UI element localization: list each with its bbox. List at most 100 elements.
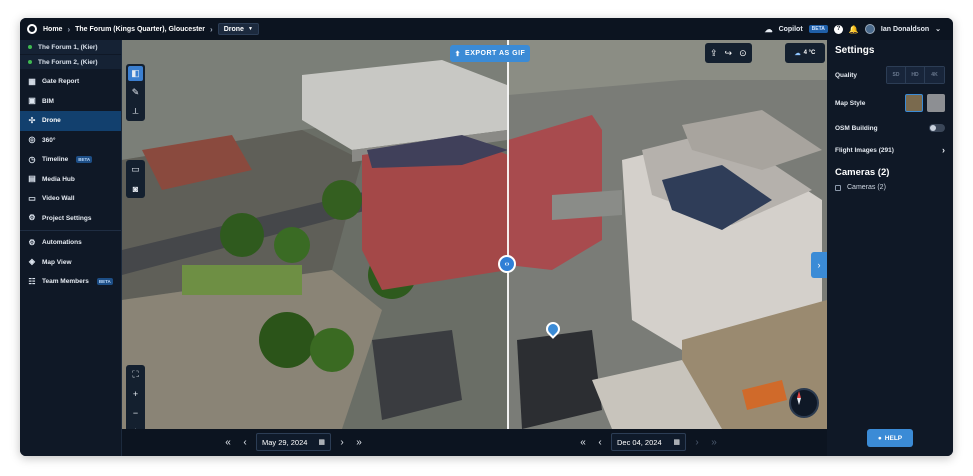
sidebar-item-bim[interactable]: ▣ BIM xyxy=(20,92,121,112)
bell-icon[interactable]: 🔔 xyxy=(849,25,859,34)
sidebar-item-label: Timeline xyxy=(42,156,69,164)
fullscreen-icon[interactable]: ⛶ xyxy=(128,367,143,382)
quality-option-hd[interactable]: HD xyxy=(906,67,925,83)
cameras-checkbox-row[interactable]: Cameras (2) xyxy=(835,184,945,191)
chevron-right-icon: › xyxy=(942,145,945,155)
top-bar-right: ☁ Copilot BETA ? 🔔 Ian Donaldson ⌄ xyxy=(765,24,953,34)
map-top-tools: ⇪ ↪ ⊙ xyxy=(705,43,752,63)
sidebar-group-secondary: ⚙ Automations ◈ Map View ☷ Team Members … xyxy=(20,231,121,294)
project-item[interactable]: The Forum 2, (Kier) xyxy=(20,55,121,70)
left-date-picker[interactable]: May 29, 2024 ▦ xyxy=(256,433,331,451)
zoom-toolbar: ⛶ + − ⌖ xyxy=(126,365,145,429)
sidebar-item-team-members[interactable]: ☷ Team Members BETA xyxy=(20,272,121,292)
plain-style-swatch[interactable] xyxy=(927,94,945,112)
quality-option-4k[interactable]: 4K xyxy=(925,67,944,83)
compare-icon[interactable]: ◧ xyxy=(128,66,143,81)
upload-icon[interactable]: ⇪ xyxy=(710,48,718,59)
first-date-icon[interactable]: « xyxy=(577,437,589,448)
sidebar-item-gate-report[interactable]: ▦ Gate Report xyxy=(20,72,121,92)
sidebar-item-360[interactable]: ◎ 360° xyxy=(20,131,121,151)
split-divider[interactable] xyxy=(507,40,509,429)
quality-label: Quality xyxy=(835,71,858,79)
breadcrumb-home[interactable]: Home xyxy=(43,26,62,33)
compass-icon[interactable] xyxy=(789,388,819,418)
sidebar-item-project-settings[interactable]: ⚙ Project Settings xyxy=(20,209,121,229)
map-icon: ◈ xyxy=(28,257,36,267)
sidebar-item-automations[interactable]: ⚙ Automations xyxy=(20,233,121,253)
prev-date-icon[interactable]: ‹ xyxy=(239,437,251,448)
weather-widget: ☁ 4 °C xyxy=(785,43,825,63)
help-icon: ● xyxy=(877,434,882,442)
share-icon[interactable]: ↪ xyxy=(725,48,733,59)
osm-toggle[interactable] xyxy=(929,124,945,132)
sidebar-item-label: Project Settings xyxy=(42,214,92,222)
help-label: HELP xyxy=(884,434,903,442)
left-toolbar-secondary: ▭ ◙ xyxy=(126,160,145,198)
zoom-in-icon[interactable]: + xyxy=(128,386,143,401)
left-date-value: May 29, 2024 xyxy=(262,437,308,447)
measure-icon[interactable]: ⟂ xyxy=(128,104,143,119)
navigation-icon[interactable]: ⊙ xyxy=(739,48,747,59)
map-style-options xyxy=(905,94,945,112)
sidebar-item-media-hub[interactable]: ▤ Media Hub xyxy=(20,170,121,190)
calendar-icon: ▦ xyxy=(318,439,325,446)
sidebar-item-label: Map View xyxy=(42,258,72,266)
drone-imagery xyxy=(122,40,827,429)
sidebar-group-main: ▦ Gate Report ▣ BIM ✣ Drone ◎ 360° ◷ Tim… xyxy=(20,70,121,231)
cameras-checkbox[interactable] xyxy=(835,184,841,191)
timeline-icon: ◷ xyxy=(28,154,36,164)
sidebar: The Forum 1, (Kier) The Forum 2, (Kier) … xyxy=(20,40,122,456)
satellite-style-swatch[interactable] xyxy=(905,94,923,112)
copilot-link[interactable]: Copilot xyxy=(779,26,803,33)
sidebar-item-timeline[interactable]: ◷ Timeline BETA xyxy=(20,150,121,170)
project-label: The Forum 1, (Kier) xyxy=(38,43,98,51)
pen-icon[interactable]: ✎ xyxy=(128,85,143,100)
quality-selector[interactable]: SD HD 4K xyxy=(886,66,945,84)
copilot-icon[interactable]: ☁ xyxy=(765,25,773,34)
first-date-icon[interactable]: « xyxy=(222,437,234,448)
right-date-picker[interactable]: Dec 04, 2024 ▦ xyxy=(611,433,686,451)
drone-map-viewport[interactable]: ‹› ⬆ EXPORT AS GIF ◧ ✎ ⟂ ▭ ◙ ⛶ + − ⌖ ⇪ ↪… xyxy=(122,40,827,429)
export-label: EXPORT AS GIF xyxy=(465,50,526,57)
chevron-right-icon: › xyxy=(210,24,213,34)
sidebar-item-label: BIM xyxy=(42,97,54,105)
video-icon: ▭ xyxy=(28,193,36,203)
last-date-icon: » xyxy=(711,436,717,448)
export-icon: ⬆ xyxy=(454,50,462,58)
zoom-out-icon[interactable]: − xyxy=(128,405,143,420)
app-logo-icon[interactable] xyxy=(27,24,37,34)
comment-icon[interactable]: ▭ xyxy=(128,162,143,177)
project-label: The Forum 2, (Kier) xyxy=(38,58,98,66)
date-bar: « ‹ May 29, 2024 ▦ › » « ‹ Dec 04, 2024 … xyxy=(122,429,827,456)
quality-option-sd[interactable]: SD xyxy=(887,67,906,83)
next-date-icon[interactable]: › xyxy=(336,437,348,448)
project-item[interactable]: The Forum 1, (Kier) xyxy=(20,40,121,55)
help-button[interactable]: ● HELP xyxy=(867,429,913,447)
chevron-down-icon[interactable]: ⌄ xyxy=(935,25,941,33)
gear-icon: ⚙ xyxy=(28,213,36,223)
beta-badge: BETA xyxy=(96,278,113,286)
flight-images-row[interactable]: Flight Images (291) › xyxy=(835,143,945,157)
chevron-right-icon: › xyxy=(67,24,71,34)
user-name[interactable]: Ian Donaldson xyxy=(881,26,929,33)
map-style-row: Map Style xyxy=(835,93,945,113)
cameras-title: Cameras (2) xyxy=(835,167,890,178)
prev-date-icon[interactable]: ‹ xyxy=(594,437,606,448)
sidebar-item-map-view[interactable]: ◈ Map View xyxy=(20,253,121,273)
avatar[interactable] xyxy=(864,24,875,34)
view-select[interactable]: Drone ▼ xyxy=(217,23,259,35)
sidebar-item-drone[interactable]: ✣ Drone xyxy=(20,111,121,131)
export-gif-button[interactable]: ⬆ EXPORT AS GIF xyxy=(450,45,530,62)
last-date-icon[interactable]: » xyxy=(353,437,365,448)
breadcrumb-project[interactable]: The Forum (Kings Quarter), Gloucester xyxy=(75,26,205,33)
camera-icon[interactable]: ◙ xyxy=(128,181,143,196)
copilot-beta-badge: BETA xyxy=(808,25,828,33)
help-circle-icon[interactable]: ? xyxy=(833,24,843,34)
cloud-icon: ☁ xyxy=(794,50,801,57)
sidebar-item-video-wall[interactable]: ▭ Video Wall xyxy=(20,189,121,209)
split-handle[interactable]: ‹› xyxy=(498,255,516,273)
expand-panel-button[interactable]: › xyxy=(811,252,827,278)
sidebar-item-label: Automations xyxy=(42,239,82,247)
map-style-label: Map Style xyxy=(835,99,866,107)
right-date-control: « ‹ Dec 04, 2024 ▦ › » xyxy=(577,433,720,451)
